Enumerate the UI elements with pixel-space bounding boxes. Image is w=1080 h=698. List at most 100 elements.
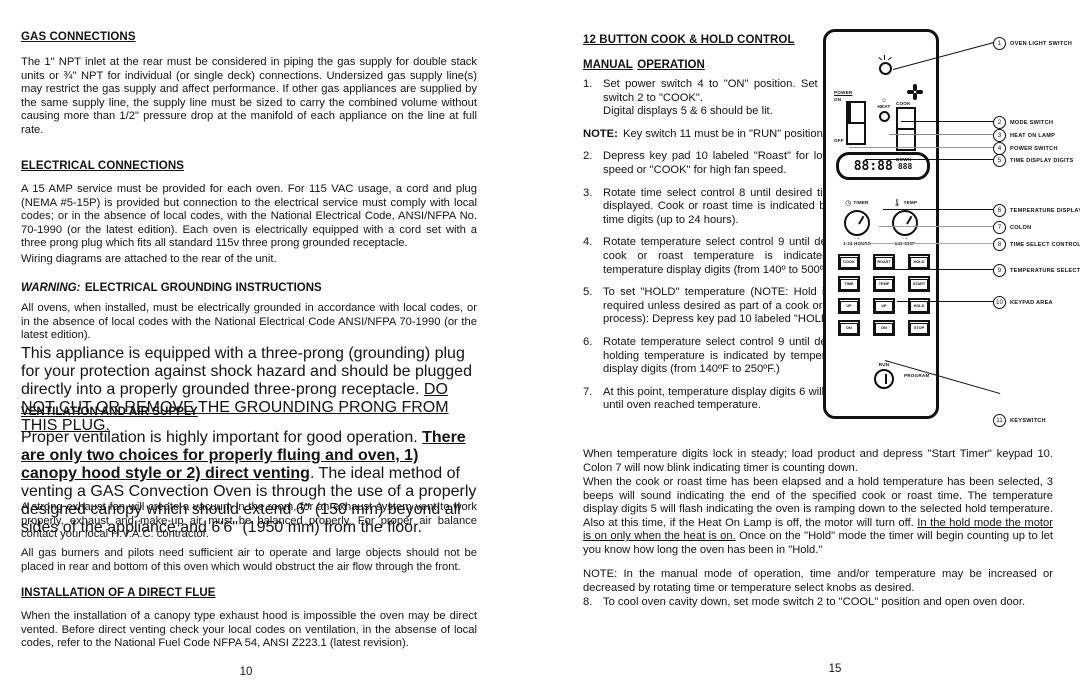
paragraph-hold-ramp: When the cook or roast time has been ela…: [583, 476, 1053, 558]
warning-label: WARNING:: [21, 282, 81, 294]
step-item: 2. Depress key pad 10 labeled "Roast" fo…: [583, 150, 851, 177]
keypad-button[interactable]: TEMP: [873, 276, 895, 292]
callout-label: HEAT ON LAMP: [1010, 132, 1056, 139]
callout-keypad-area: 10 KEYPAD AREA: [993, 296, 1053, 309]
keypad-button[interactable]: STOP: [908, 320, 930, 336]
keypad-button[interactable]: COOK: [838, 254, 860, 270]
keypad-button[interactable]: UP: [873, 298, 895, 314]
keypad-button[interactable]: DN: [873, 320, 895, 336]
power-rocker-switch[interactable]: [845, 101, 866, 145]
callout-keyswitch: 11 KEYSWITCH: [993, 414, 1046, 427]
paragraph-start-timer: When temperature digits lock in steady; …: [583, 448, 1053, 474]
step-item-cool: 8. To cool oven cavity down, set mode sw…: [583, 596, 1053, 610]
fan-icon: [907, 84, 923, 100]
leader-line-3: [889, 134, 995, 135]
step-number: 7.: [583, 385, 593, 398]
callout-label: POWER SWITCH: [1010, 145, 1058, 152]
step-number: NOTE:: [583, 127, 618, 140]
keypad-button-label: STOP: [913, 325, 925, 330]
temperature-select-control-group[interactable]: 🌡 TEMP - + 140-500F: [882, 198, 928, 246]
callout-heat-on-lamp: 3 HEAT ON LAMP: [993, 129, 1055, 142]
paragraph-wiring-diagrams: Wiring diagrams are attached to the rear…: [21, 253, 277, 265]
oven-light-switch-icon: [877, 55, 894, 75]
keypad-button-label: TEMP: [878, 281, 890, 286]
leader-line-4: [849, 147, 995, 148]
step-item: 4. Rotate temperature select control 9 u…: [583, 236, 851, 277]
keypad-button-label: HOLD: [913, 259, 925, 264]
callout-label: KEYSWITCH: [1010, 417, 1046, 424]
keypad-button-label: START: [912, 281, 926, 286]
paragraph-exhaust-fan: A strong exhaust fan will create a vacuu…: [21, 501, 477, 541]
callout-number: 9: [993, 264, 1006, 277]
power-switch-group[interactable]: POWER ON OFF: [834, 90, 874, 145]
warning-grounding-heading: WARNING: ELECTRICAL GROUNDING INSTRUCTIO…: [21, 278, 477, 296]
callout-number: 1: [993, 37, 1006, 50]
keypad-button[interactable]: HOLD: [908, 254, 930, 270]
keyswitch-group[interactable]: RUN: [866, 362, 902, 390]
warning-title: ELECTRICAL GROUNDING INSTRUCTIONS: [84, 282, 322, 294]
keypad-row: DN DN STOP: [838, 320, 930, 336]
keypad-button-label: UP: [846, 303, 852, 308]
step-text: Depress key pad 10 labeled "Roast" for l…: [603, 150, 851, 176]
callout-temperature-display-digits: 6 TEMPERATURE DISPLAY DIGITS: [993, 204, 1080, 217]
operation-word: OPERATION: [637, 59, 705, 71]
time-select-control-group[interactable]: ◷ TIMER - + 1-24 HOURS: [834, 198, 880, 246]
callout-oven-light-switch: 1 OVEN LIGHT SWITCH: [993, 37, 1072, 50]
keypad-button-label: TIME: [844, 281, 854, 286]
keypad-button-label: DN: [846, 325, 852, 330]
leader-line-6: [883, 209, 995, 210]
heading-manual-operation: MANUAL OPERATION: [583, 55, 705, 73]
keypad-area[interactable]: COOK ROAST HOLD TIME TEMP START UP UP HO…: [838, 254, 930, 342]
callout-time-select-control: 8 TIME SELECT CONTROL: [993, 238, 1080, 251]
temperature-select-knob[interactable]: [892, 210, 918, 236]
step-item: 1. Set power switch 4 to "ON" position. …: [583, 78, 851, 119]
control-panel-diagram: POWER ON OFF ☺ HEAT COOK COOL 88:88 888 …: [823, 4, 1080, 427]
step-text: At this point, temperature display digit…: [603, 385, 851, 412]
step-number: 4.: [583, 236, 593, 249]
time-select-knob[interactable]: [844, 210, 870, 236]
keypad-button[interactable]: ROAST: [873, 254, 895, 270]
callout-label: COLON: [1010, 224, 1032, 231]
callout-temperature-select-control: 9 TEMPERATURE SELECT CONTROL: [993, 264, 1080, 277]
manual-operation-steps: 1. Set power switch 4 to "ON" position. …: [583, 78, 851, 422]
manual-word: MANUAL: [583, 59, 633, 71]
callout-label: TIME SELECT CONTROL: [1010, 241, 1080, 248]
keypad-button[interactable]: UP: [838, 298, 860, 314]
keyswitch-icon[interactable]: [874, 369, 894, 389]
callout-label: MODE SWITCH: [1010, 119, 1054, 126]
keypad-button-label: UP: [881, 303, 887, 308]
callout-label: TIME DISPLAY DIGITS: [1010, 157, 1074, 164]
leader-line-7: [879, 226, 995, 227]
step-number: 8.: [583, 596, 593, 608]
paragraph-grounding-codes: All ovens, when installed, must be elect…: [21, 302, 477, 342]
power-off-label: OFF: [834, 138, 844, 143]
step-item-note: NOTE: Key switch 11 must be in "RUN" pos…: [583, 128, 851, 142]
step-item: 7. At this point, temperature display di…: [583, 386, 851, 413]
heat-on-lamp-icon: [878, 111, 890, 122]
callout-label: OVEN LIGHT SWITCH: [1010, 40, 1073, 47]
temperature-display-digits: 888: [897, 161, 913, 171]
callout-number: 11: [993, 414, 1006, 427]
callout-number: 6: [993, 204, 1006, 217]
keypad-button[interactable]: TIME: [838, 276, 860, 292]
step-number: 2.: [583, 150, 593, 163]
step-item: 5. To set "HOLD" temperature (NOTE: Hold…: [583, 286, 851, 327]
callout-number: 2: [993, 116, 1006, 129]
paragraph-three-prong: This appliance is equipped with a three-…: [21, 345, 477, 435]
step-text: Rotate temperature select control 9 unti…: [603, 335, 851, 376]
paragraph-direct-flue: When the installation of a canopy type e…: [21, 610, 477, 650]
paragraph-electrical-service: A 15 AMP service must be provided for ea…: [21, 183, 477, 250]
temp-label: TEMP: [903, 200, 918, 205]
three-prong-text: This appliance is equipped with a three-…: [21, 345, 472, 398]
page-number-left: 10: [239, 666, 253, 678]
leader-line-8: [861, 243, 995, 244]
keypad-button-label: ROAST: [877, 259, 891, 264]
callout-colon: 7 COLON: [993, 221, 1031, 234]
step-number: 1.: [583, 78, 593, 90]
callout-number: 3: [993, 129, 1006, 142]
keypad-button[interactable]: DN: [838, 320, 860, 336]
keypad-button[interactable]: START: [908, 276, 930, 292]
mode-rocker-switch[interactable]: [896, 107, 916, 151]
heading-cook-hold-control: 12 BUTTON COOK & HOLD CONTROL: [583, 34, 795, 46]
scanned-manual-page: GAS CONNECTIONS The 1" NPT inlet at the …: [0, 0, 1080, 698]
